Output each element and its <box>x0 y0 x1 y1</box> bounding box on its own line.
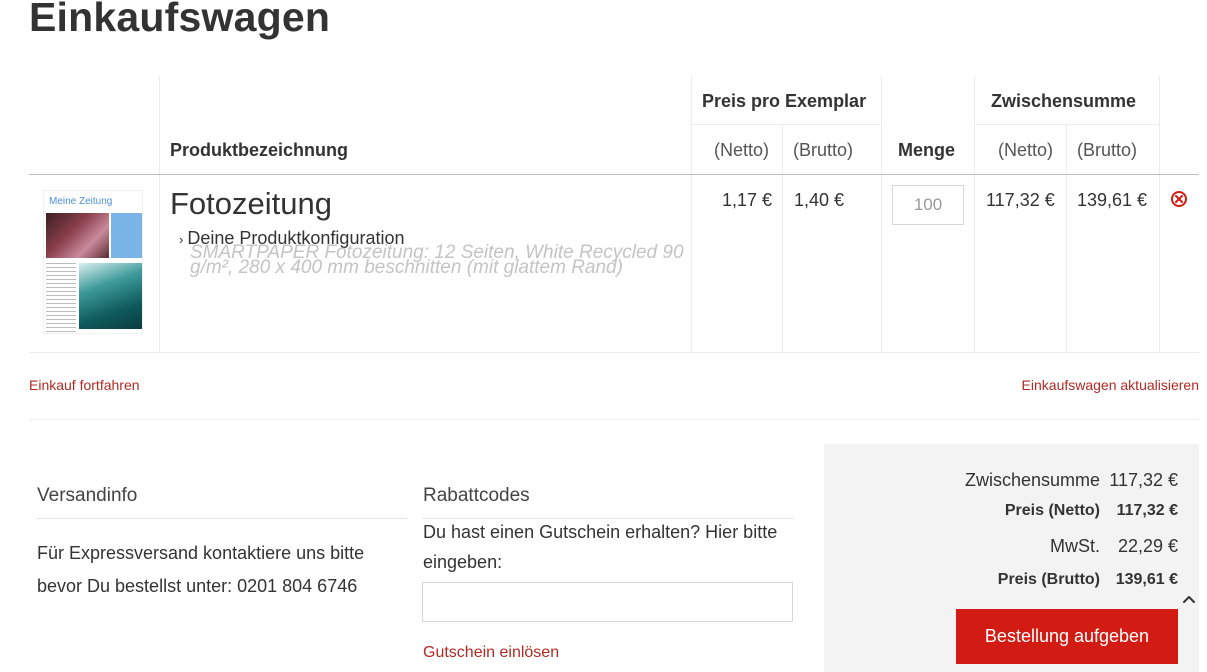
chevron-right-icon: › <box>179 232 184 247</box>
header-price-per-copy: Preis pro Exemplar <box>702 91 867 111</box>
continue-shopping-link[interactable]: Einkauf fortfahren <box>29 377 140 393</box>
place-order-button[interactable]: Bestellung aufgeben <box>956 609 1178 664</box>
shipping-text: Für Expressversand kontaktiere uns bitte… <box>37 543 365 596</box>
coupon-title: Rabattcodes <box>423 485 530 506</box>
product-config-details: SMARTPAPER Fotozeitung: 12 Seiten, White… <box>190 242 684 278</box>
header-price-net: (Netto) <box>714 140 770 160</box>
product-thumbnail[interactable]: Meine Zeitung <box>43 190 143 334</box>
page-title: Einkaufswagen <box>29 0 331 40</box>
thumbnail-text-block <box>111 213 142 258</box>
subtotal-label: Zwischensumme <box>964 470 1100 490</box>
subtotal-gross: 139,61 € <box>1077 190 1148 210</box>
subtotal-value: 117,32 € <box>1109 470 1178 490</box>
update-cart-link[interactable]: Einkaufswagen aktualisieren <box>1022 377 1199 393</box>
subtotal-net: 117,32 € <box>986 190 1055 210</box>
header-subtotal-gross: (Brutto) <box>1077 140 1138 160</box>
net-price-value: 117,32 € <box>1116 502 1178 519</box>
quantity-input[interactable] <box>892 185 964 225</box>
remove-circle-icon[interactable] <box>1170 190 1188 208</box>
header-subtotal: Zwischensumme <box>991 91 1137 111</box>
header-subtotal-net: (Netto) <box>998 140 1054 160</box>
thumbnail-photo-wave <box>79 263 142 329</box>
net-price-label: Preis (Netto) <box>1004 502 1100 519</box>
tax-label: MwSt. <box>1049 536 1100 556</box>
cart-table: Preis pro Exemplar Zwischensumme Produkt… <box>29 76 1199 353</box>
header-price-gross: (Brutto) <box>793 140 854 160</box>
tax-value: 22,29 € <box>1117 536 1178 556</box>
product-name[interactable]: Fotozeitung <box>170 186 332 222</box>
coupon-text: Du hast einen Gutschein erhalten? Hier b… <box>423 522 778 572</box>
chevron-up-icon[interactable] <box>1181 591 1197 607</box>
shipping-title: Versandinfo <box>37 485 138 506</box>
coupon-input[interactable] <box>422 582 793 622</box>
thumbnail-photo-portrait <box>46 213 109 258</box>
price-net: 1,17 € <box>722 190 773 210</box>
thumbnail-title: Meine Zeitung <box>49 196 113 207</box>
section-divider <box>29 419 1199 420</box>
shipping-divider <box>36 518 407 519</box>
order-totals: Zwischensumme 117,32 € Preis (Netto) 117… <box>824 444 1199 672</box>
gross-price-label: Preis (Brutto) <box>997 571 1100 588</box>
header-quantity: Menge <box>898 140 956 160</box>
price-gross: 1,40 € <box>794 190 845 210</box>
header-product-name: Produktbezeichnung <box>170 140 349 160</box>
gross-price-value: 139,61 € <box>1115 571 1178 588</box>
thumbnail-text-lines <box>46 263 76 333</box>
redeem-coupon-link[interactable]: Gutschein einlösen <box>423 644 559 662</box>
